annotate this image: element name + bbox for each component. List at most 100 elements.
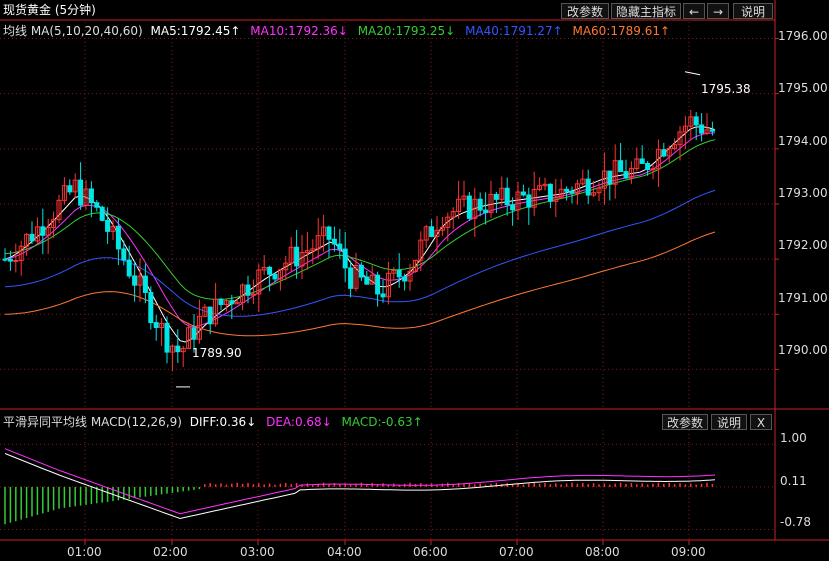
candlesticks	[2, 71, 715, 388]
macd-help-button[interactable]: 说明	[711, 414, 747, 430]
candle-body	[115, 225, 121, 250]
candle-body	[191, 327, 197, 340]
help-button[interactable]: 说明	[733, 3, 773, 19]
candle-body	[526, 194, 532, 208]
candle-body	[337, 243, 343, 250]
macd-change-params-button[interactable]: 改参数	[662, 414, 708, 430]
candle-body	[693, 116, 699, 126]
y-tick-label: 1791.00	[778, 291, 828, 305]
candle-body	[207, 306, 213, 325]
x-tick-label: 06:00	[413, 545, 448, 559]
candle-body	[13, 260, 19, 263]
candle-body	[650, 168, 656, 171]
ma40-line	[4, 189, 716, 317]
candle-body	[375, 274, 381, 295]
candle-body	[585, 178, 591, 196]
candle-body	[348, 267, 354, 289]
diff-value: DIFF:0.36↓	[189, 415, 257, 429]
macd-value: MACD:-0.63↑	[341, 415, 423, 429]
candle-body	[88, 188, 94, 204]
candle-body	[364, 276, 370, 285]
candle-body	[623, 171, 629, 179]
candle-body	[607, 170, 613, 185]
dea-value: DEA:0.68↓	[266, 415, 332, 429]
x-tick-label: 03:00	[240, 545, 275, 559]
high-marker	[684, 71, 701, 76]
ma5-line	[4, 126, 716, 343]
candle-body	[493, 193, 499, 200]
y-tick-label: 1796.00	[778, 29, 828, 43]
candle-body	[153, 322, 159, 329]
x-tick-label: 04:00	[327, 545, 362, 559]
candle-body	[142, 275, 148, 293]
candle-body	[510, 204, 516, 211]
candle-body	[358, 264, 364, 278]
macd-close-icon[interactable]: X	[750, 414, 772, 430]
arrow-right-icon[interactable]: →	[707, 3, 729, 19]
candle-body	[564, 188, 570, 192]
candle-body	[429, 226, 435, 238]
candle-body	[105, 219, 111, 232]
candle-body	[126, 259, 132, 277]
candle-body	[94, 202, 100, 208]
candle-body	[294, 246, 300, 267]
candle-body	[709, 129, 715, 132]
dea-line	[4, 448, 716, 515]
ma-legend-title: 均线 MA(5,10,20,40,60)	[3, 24, 143, 38]
hide-main-indicator-button[interactable]: 隐藏主指标	[611, 3, 681, 19]
y-tick-label: 1793.00	[778, 186, 828, 200]
candle-body	[569, 190, 575, 194]
candle-body	[342, 248, 348, 269]
candle-body	[520, 191, 526, 196]
high-price-label: 1795.38	[701, 82, 751, 96]
candle-body	[29, 233, 35, 242]
ma20-value: MA20:1793.25↓	[357, 24, 456, 38]
low-price-label: 1789.90	[192, 346, 242, 360]
change-params-button[interactable]: 改参数	[561, 3, 609, 19]
candle-body	[331, 238, 337, 245]
candle-body	[67, 185, 73, 193]
candle-body	[380, 293, 386, 298]
candle-body	[639, 158, 645, 164]
x-tick-label: 02:00	[153, 545, 188, 559]
candle-body	[121, 248, 127, 261]
chart-title: 现货黄金 (5分钟)	[3, 3, 96, 17]
macd-y-tick-label: -0.78	[780, 515, 812, 529]
macd-legend-title: 平滑异同平均线 MACD(12,26,9)	[3, 415, 182, 429]
macd-y-tick-label: 1.00	[780, 431, 807, 445]
ma60-line	[4, 231, 716, 337]
ma5-value: MA5:1792.45↑	[150, 24, 241, 38]
candle-body	[218, 298, 224, 305]
candle-body	[504, 187, 510, 206]
candle-body	[164, 322, 170, 353]
candle-body	[148, 291, 154, 324]
candle-body	[661, 149, 667, 157]
candle-body	[547, 183, 553, 202]
candle-body	[245, 284, 251, 296]
candle-body	[267, 266, 273, 275]
candle-body	[645, 162, 651, 171]
candle-body	[132, 275, 138, 286]
x-tick-label: 09:00	[671, 545, 706, 559]
y-tick-label: 1794.00	[778, 134, 828, 148]
grid-lines	[0, 22, 775, 540]
candle-body	[326, 226, 332, 240]
candle-body	[229, 300, 235, 305]
candle-body	[618, 160, 624, 173]
candle-body	[7, 258, 13, 262]
x-tick-label: 07:00	[499, 545, 534, 559]
candle-body	[272, 273, 278, 280]
candle-body	[396, 269, 402, 278]
y-tick-label: 1795.00	[778, 81, 828, 95]
diff-line	[4, 453, 716, 520]
x-tick-label: 01:00	[67, 545, 102, 559]
macd-y-tick-label: 0.11	[780, 474, 807, 488]
candle-body	[402, 276, 408, 282]
arrow-left-icon[interactable]: ←	[683, 3, 705, 19]
y-tick-label: 1790.00	[778, 343, 828, 357]
candle-body	[699, 124, 705, 134]
candle-body	[466, 195, 472, 219]
candle-body	[2, 258, 8, 261]
ma-legend: 均线 MA(5,10,20,40,60) MA5:1792.45↑ MA10:1…	[3, 22, 670, 40]
x-tick-label: 08:00	[585, 545, 620, 559]
